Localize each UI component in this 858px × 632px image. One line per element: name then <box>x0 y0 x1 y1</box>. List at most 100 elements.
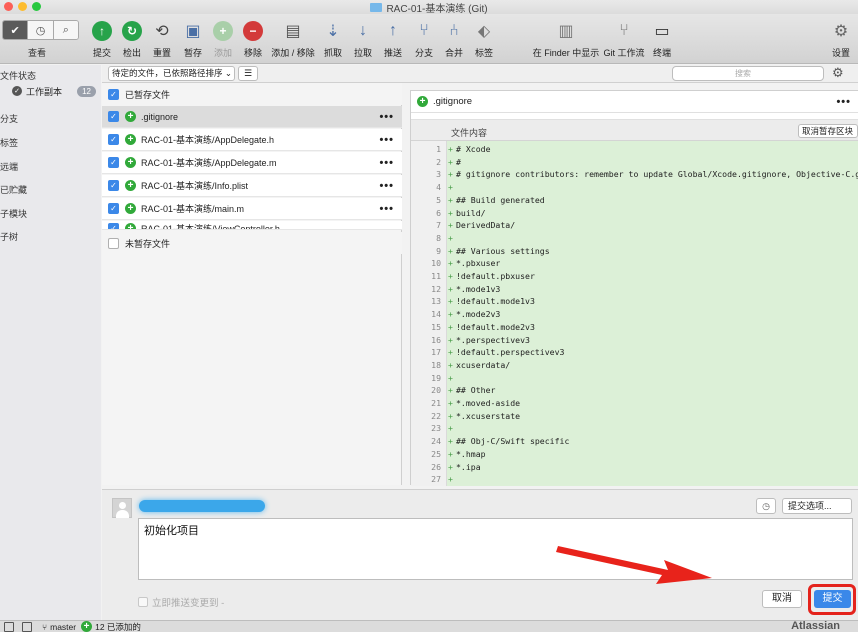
sort-dropdown[interactable]: 待定的文件，已依照路径排序 ⌄ <box>108 66 235 81</box>
added-line-marker: + <box>448 169 453 180</box>
view-segmented-control[interactable]: ✔ ◷ ⌕ <box>2 20 79 40</box>
cancel-button[interactable]: 取消 <box>762 590 802 608</box>
line-number: 26 <box>431 461 441 472</box>
remove-toolbar-button[interactable]: − 移除 <box>236 18 270 62</box>
push-immediately-option[interactable]: 立即推送变更到 - <box>138 595 224 609</box>
more-actions-icon[interactable]: ••• <box>379 203 394 215</box>
added-icon: + <box>125 157 136 168</box>
atlassian-logo: Atlassian <box>791 620 840 632</box>
sidebar-header-branches[interactable]: 分支 <box>0 112 18 125</box>
more-actions-icon[interactable]: ••• <box>379 134 394 146</box>
add-toolbar-button[interactable]: + 添加 <box>206 18 240 62</box>
file-checkbox[interactable]: ✓ <box>108 203 119 214</box>
list-item[interactable]: ✓ + RAC-01-基本演练/Info.plist ••• <box>102 175 402 197</box>
list-item[interactable]: ✓ + RAC-01-基本演练/AppDelegate.m ••• <box>102 152 402 174</box>
sidebar-header-remotes[interactable]: 远端 <box>0 160 18 173</box>
file-checkbox[interactable]: ✓ <box>108 111 119 122</box>
pull-toolbar-button[interactable]: ↓ 拉取 <box>346 18 380 62</box>
app-window: RAC-01-基本演练 (Git) ✔ ◷ ⌕ 查看 ↑ 提交 ↻ 检出 ⟲ 重… <box>0 0 858 632</box>
show-in-finder-button[interactable]: ▥ 在 Finder 中显示 <box>532 18 600 62</box>
minimize-window-button[interactable] <box>18 2 27 11</box>
more-actions-icon[interactable]: ••• <box>379 111 394 123</box>
repository-icon[interactable] <box>22 621 32 632</box>
git-flow-icon: ⑂ <box>619 22 629 39</box>
checkmark-icon[interactable]: ✔ <box>3 21 28 39</box>
code-line: + <box>447 181 858 194</box>
sidebar-item-working-copy[interactable]: ✓ 工作副本 12 <box>12 84 96 98</box>
list-item[interactable]: ✓ + RAC-01-基本演练/AppDelegate.h ••• <box>102 129 402 151</box>
code-line: + !default.pbxuser <box>447 270 858 283</box>
hunk-label: 文件内容 <box>451 128 488 138</box>
file-checkbox[interactable]: ✓ <box>108 180 119 191</box>
list-item[interactable]: ✓ + RAC-01-基本演练/main.m ••• <box>102 198 402 220</box>
tag-toolbar-button[interactable]: ⬖ 标签 <box>467 18 501 62</box>
line-number: 20 <box>431 385 441 396</box>
file-checkbox[interactable]: ✓ <box>108 157 119 168</box>
more-actions-icon[interactable]: ••• <box>836 96 851 108</box>
staged-all-checkbox[interactable]: ✓ <box>108 88 119 100</box>
line-number: 3 <box>436 169 441 180</box>
commit-message-input[interactable]: 初始化项目 <box>138 518 853 580</box>
zoom-window-button[interactable] <box>32 2 41 11</box>
line-number: 2 <box>436 156 441 167</box>
code-line: + # gitignore contributors: remember to u… <box>447 168 858 181</box>
filter-bar: 待定的文件，已依照路径排序 ⌄ ☰ 搜索 ⚙ <box>102 65 858 83</box>
diff-file-name: .gitignore <box>433 96 473 107</box>
add-remove-toolbar-button[interactable]: ▤ 添加 / 移除 <box>270 18 316 62</box>
terminal-button[interactable]: ▭ 终端 <box>645 18 679 62</box>
code-line: + <box>447 473 858 486</box>
more-actions-icon[interactable]: ••• <box>379 157 394 169</box>
added-line-marker: + <box>448 423 453 434</box>
line-number: 25 <box>431 448 441 459</box>
added-line-marker: + <box>448 283 453 294</box>
sidebar-header-subtrees[interactable]: 子树 <box>0 230 18 243</box>
fetch-toolbar-button[interactable]: ⇣ 抓取 <box>316 18 350 62</box>
count-badge: 12 <box>77 85 96 97</box>
code-line: + !default.perspectivev3 <box>447 346 858 359</box>
sidebar-header-file-status[interactable]: 文件状态 <box>0 69 36 82</box>
file-name: .gitignore <box>141 111 179 122</box>
line-number: 5 <box>436 194 441 205</box>
close-window-button[interactable] <box>4 2 13 11</box>
commit-toolbar-button[interactable]: ↑ 提交 <box>85 18 119 62</box>
clock-icon[interactable]: ◷ <box>27 21 53 39</box>
more-actions-icon[interactable]: ••• <box>379 180 394 192</box>
gear-icon[interactable]: ⚙ <box>832 65 844 81</box>
code-text: ## Obj-C/Swift specific <box>456 436 570 447</box>
push-checkbox[interactable] <box>138 597 148 607</box>
list-view-icon[interactable]: ☰ <box>238 66 258 81</box>
sidebar-header-stashes[interactable]: 已贮藏 <box>0 183 27 196</box>
added-line-marker: + <box>448 232 453 243</box>
code-text: # gitignore contributors: remember to up… <box>456 169 858 180</box>
git-flow-button[interactable]: ⑂ Git 工作流 <box>602 18 646 62</box>
sidebar-toggle-icon[interactable] <box>4 621 14 632</box>
added-line-marker: + <box>448 258 453 269</box>
added-line-marker: + <box>448 245 453 256</box>
reset-toolbar-button[interactable]: ⟲ 重置 <box>145 18 179 62</box>
list-item[interactable]: ✓ + RAC-01-基本演练/ViewController.h <box>102 221 402 230</box>
branch-toolbar-button[interactable]: ⑂ 分支 <box>407 18 441 62</box>
stash-toolbar-button[interactable]: ▣ 暂存 <box>176 18 210 62</box>
toolbar: ✔ ◷ ⌕ 查看 ↑ 提交 ↻ 检出 ⟲ 重置 ▣ 暂存 + 添加 − 移除 ▤… <box>0 14 858 64</box>
file-checkbox[interactable]: ✓ <box>108 223 119 229</box>
added-line-marker: + <box>448 144 453 154</box>
history-clock-icon[interactable]: ◷ <box>756 498 776 514</box>
list-item[interactable]: ✓ + .gitignore ••• <box>102 106 402 128</box>
added-line-marker: + <box>448 321 453 332</box>
unstage-hunk-button[interactable]: 取消暂存区块 <box>798 124 858 138</box>
settings-button[interactable]: ⚙ 设置 <box>826 18 856 62</box>
code-line: + *.mode1v3 <box>447 283 858 296</box>
search-input[interactable]: 搜索 <box>672 66 824 81</box>
commit-options-dropdown[interactable]: 提交选项... <box>782 498 852 514</box>
file-checkbox[interactable]: ✓ <box>108 134 119 145</box>
code-text: *.xcuserstate <box>456 410 521 421</box>
checkout-toolbar-button[interactable]: ↻ 检出 <box>115 18 149 62</box>
unstaged-all-checkbox[interactable] <box>108 237 119 249</box>
sidebar-header-tags[interactable]: 标签 <box>0 136 18 149</box>
search-icon[interactable]: ⌕ <box>52 21 78 39</box>
merge-toolbar-button[interactable]: ⑃ 合并 <box>437 18 471 62</box>
sidebar-header-submodules[interactable]: 子模块 <box>0 207 27 220</box>
commit-button[interactable]: 提交 <box>814 590 851 608</box>
push-toolbar-button[interactable]: ↑ 推送 <box>376 18 410 62</box>
line-number: 22 <box>431 410 441 421</box>
